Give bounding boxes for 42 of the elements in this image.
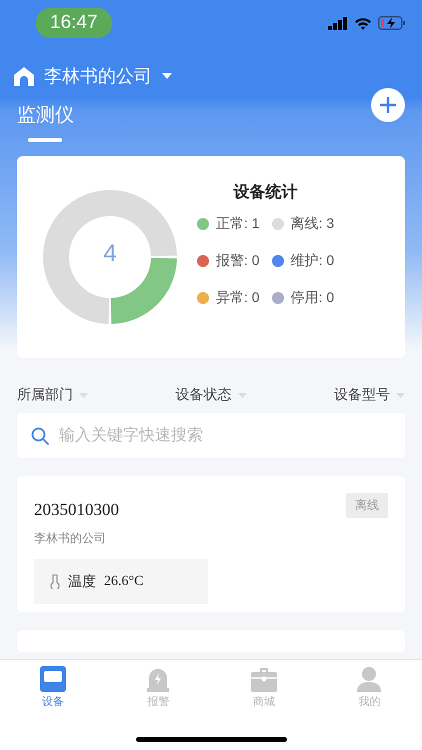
device-company: 李林书的公司: [34, 530, 107, 547]
caret-icon: [238, 392, 246, 398]
stats-title: 设备统计: [234, 182, 298, 202]
device-id: 2035010300: [34, 500, 119, 520]
tab-bar-item[interactable]: 我的: [316, 660, 422, 750]
caret-icon: [396, 392, 405, 398]
tab-bar-item[interactable]: 商城: [211, 660, 316, 750]
legend-label: 维护: 0: [290, 252, 334, 270]
search-icon: [31, 426, 49, 444]
home-icon: [14, 66, 34, 86]
status-tag: 离线: [346, 493, 388, 518]
device-card[interactable]: 2035010300 离线 李林书的公司 温度 26.6°C: [17, 476, 405, 612]
thermometer-icon: [50, 574, 60, 589]
legend-label: 正常: 1: [216, 214, 260, 232]
search-input[interactable]: 输入关键字快速搜索: [57, 426, 391, 446]
filter-dropdown[interactable]: 设备型号: [334, 380, 405, 410]
person-icon: [356, 666, 382, 692]
page-title: 监测仪: [17, 104, 74, 128]
briefcase-icon: [250, 666, 277, 692]
wifi-icon: [354, 16, 372, 30]
battery-icon: [378, 16, 406, 30]
caret-icon: [79, 392, 88, 398]
filter-dropdown[interactable]: 设备状态: [176, 380, 246, 410]
signal-icon: [328, 16, 348, 30]
legend-label: 停用: 0: [290, 288, 334, 306]
legend-label: 异常: 0: [216, 288, 260, 306]
screen-icon: [40, 666, 66, 692]
status-time: 16:47: [36, 8, 112, 38]
reading-label: 温度: [68, 572, 96, 590]
company-selector[interactable]: 李林书的公司: [44, 64, 152, 88]
alarm-bell-icon: [145, 666, 172, 692]
filter-dropdown[interactable]: 所属部门: [17, 380, 88, 410]
add-button[interactable]: [371, 88, 405, 122]
legend-label: 报警: 0: [216, 252, 260, 270]
total-count: 4: [102, 240, 118, 268]
plus-icon: [380, 97, 396, 113]
tab-bar-item[interactable]: 设备: [0, 660, 106, 750]
reading-value: 26.6°C: [104, 574, 144, 590]
tab-bar-item[interactable]: 报警: [106, 660, 211, 750]
search-field[interactable]: 输入关键字快速搜索: [17, 413, 405, 458]
dropdown-caret-icon[interactable]: [162, 73, 172, 79]
legend-label: 离线: 3: [290, 214, 334, 232]
